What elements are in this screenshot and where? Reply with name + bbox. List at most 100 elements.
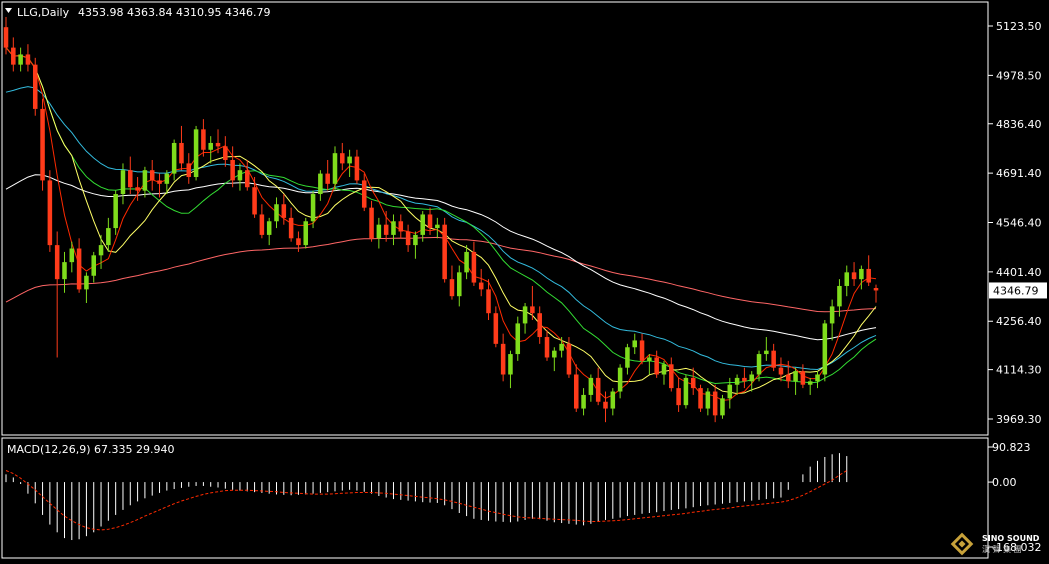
candle-body (259, 214, 265, 235)
candle-body (698, 388, 703, 409)
candle-body (603, 401, 608, 409)
candle-body (822, 323, 828, 375)
candle-body (149, 170, 155, 181)
candle-body (742, 377, 747, 382)
candle-body (128, 170, 133, 188)
price-axis-label: 4256.40 (996, 315, 1042, 328)
candle-body (376, 224, 382, 239)
ohlc-label: 4353.98 4363.84 4310.95 4346.79 (78, 6, 270, 19)
candle-body (171, 142, 177, 174)
candle-body (427, 214, 433, 229)
candle-body (383, 224, 389, 235)
candle-body (595, 377, 601, 402)
candle-body (581, 394, 586, 409)
candle-body (361, 180, 367, 208)
candle-body (201, 129, 206, 150)
candle-body (508, 354, 513, 375)
candle-body (120, 170, 126, 195)
candle-body (164, 173, 170, 184)
candle-body (208, 142, 213, 150)
chart-background (0, 0, 1049, 564)
logo-text: SINO SOUND (982, 534, 1040, 543)
candle-body (113, 194, 118, 229)
candle-body (530, 306, 535, 314)
candle-body (793, 371, 798, 382)
candle-body (588, 377, 594, 395)
candle-body (712, 391, 718, 416)
candle-body (288, 217, 294, 239)
candle-body (40, 108, 45, 181)
macd-axis-label: 90.823 (992, 441, 1031, 454)
candle-body (32, 64, 38, 109)
candle-body (522, 306, 528, 324)
candle-body (749, 374, 754, 382)
candle-body (179, 142, 184, 164)
candle-body (54, 245, 60, 280)
candle-body (625, 347, 630, 368)
price-axis-label: 4401.40 (996, 266, 1042, 279)
candle-body (683, 377, 689, 406)
price-axis-label: 4114.30 (996, 364, 1042, 377)
candle-body (106, 228, 111, 246)
candle-body (244, 170, 250, 188)
price-axis: 5123.50 4978.50 4836.40 4691.40 4546.40 4401.… (988, 20, 1047, 426)
price-axis-label: 3969.30 (996, 413, 1042, 426)
candle-body (237, 170, 243, 181)
candle-body (537, 313, 542, 338)
candle-body (157, 180, 162, 184)
candle-body (98, 245, 104, 256)
candle-body (486, 289, 491, 314)
candle-body (69, 248, 75, 263)
candle-body (91, 255, 96, 276)
candle-body (734, 377, 740, 385)
candle-body (720, 398, 725, 416)
candle-body (647, 357, 652, 361)
candle-body (844, 272, 850, 286)
candle-body (851, 272, 857, 280)
candle-body (391, 221, 396, 235)
candle-body (705, 391, 711, 409)
candle-body (442, 224, 447, 280)
candle-body (398, 221, 404, 232)
candle-body (727, 384, 733, 399)
candle-body (62, 262, 67, 280)
candle-body (303, 221, 309, 246)
candle-body (11, 47, 16, 65)
candle-body (354, 156, 360, 181)
price-axis-label: 4978.50 (996, 69, 1042, 82)
candle-body (764, 350, 769, 355)
candle-body (84, 275, 89, 290)
candle-body (310, 194, 316, 222)
candle-body (771, 350, 776, 368)
candle-body (807, 381, 813, 385)
logo-subtext: 漢 聲 集 團 (982, 544, 1022, 554)
macd-axis-label: 0.00 (992, 476, 1017, 489)
candle-body (669, 364, 674, 389)
candle-body (778, 367, 784, 375)
candle-body (559, 343, 564, 351)
candle-body (552, 350, 557, 358)
candle-body (186, 163, 192, 178)
candle-body (654, 357, 659, 375)
candle-body (449, 279, 455, 297)
candle-body (661, 364, 667, 375)
candle-body (18, 54, 23, 65)
candle-body (478, 282, 484, 290)
chart-svg: 5123.50 4978.50 4836.40 4691.40 4546.40 4401.… (0, 0, 1049, 564)
symbol-timeframe-label: LLG,Daily (17, 6, 70, 19)
candle-body (756, 354, 762, 375)
candle-body (193, 129, 199, 178)
candle-body (420, 214, 425, 235)
candle-body (800, 371, 806, 385)
candle-body (47, 180, 53, 246)
candle-body (325, 173, 330, 184)
price-axis-label: 5123.50 (996, 20, 1042, 33)
candle-body (332, 153, 338, 184)
candle-body (676, 388, 681, 406)
candle-body (573, 374, 579, 409)
candle-body (296, 238, 301, 246)
candle-body (215, 142, 221, 147)
last-price-label: 4346.79 (993, 284, 1039, 297)
candle-body (610, 391, 616, 409)
candle-body (405, 231, 411, 246)
